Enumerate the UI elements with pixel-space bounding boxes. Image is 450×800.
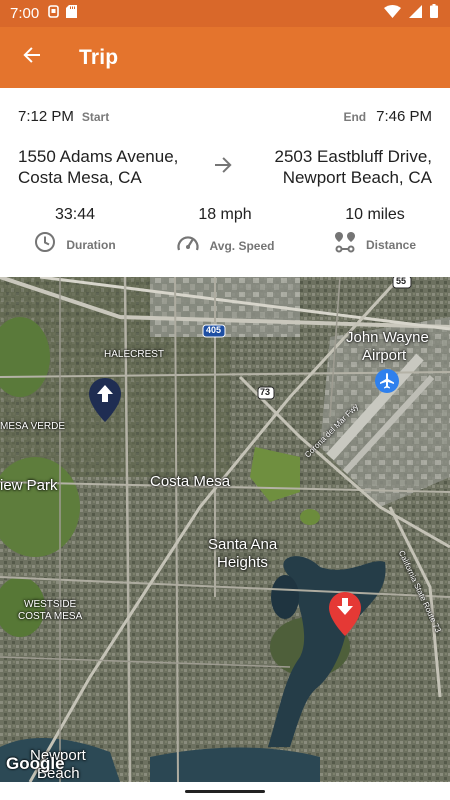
- satellite-map[interactable]: 405 73 55 HALECREST MESA VERDE iew Park …: [0, 277, 450, 782]
- santa-ana-label-2: Heights: [217, 554, 268, 571]
- john-wayne-label-2: Airport: [362, 347, 407, 364]
- start-address-line1: 1550 Adams Avenue,: [18, 147, 179, 166]
- trip-stats: 33:44 Duration 18 mph Avg. Speed 10 mile…: [0, 206, 450, 258]
- freeway-405-label: 405: [206, 325, 222, 335]
- route-icon: [334, 231, 356, 258]
- westside-label-2: COSTA MESA: [18, 611, 83, 622]
- mesa-verde-label: MESA VERDE: [0, 421, 66, 432]
- start-time: 7:12 PM: [18, 108, 74, 125]
- halecrest-label: HALECREST: [104, 349, 165, 360]
- home-handle[interactable]: [185, 790, 265, 793]
- end-pin-icon[interactable]: [329, 592, 361, 636]
- santa-ana-label-1: Santa Ana: [208, 536, 278, 553]
- start-address-line2: Costa Mesa, CA: [18, 168, 142, 187]
- start-pin-icon[interactable]: [89, 378, 121, 422]
- duration-value: 33:44: [54, 206, 96, 223]
- arrow-forward-icon: [213, 155, 233, 180]
- sd-card-icon: [66, 4, 78, 23]
- freeway-73-label: 73: [260, 387, 271, 397]
- end-address: 2503 Eastbluff Drive, Newport Beach, CA: [252, 146, 433, 188]
- wifi-icon: [384, 4, 401, 23]
- back-button[interactable]: [0, 27, 64, 88]
- battery-icon: [430, 4, 438, 23]
- trip-summary: 7:12 PM Start End 7:46 PM 1550 Adams Ave…: [0, 88, 450, 277]
- westside-label-1: WESTSIDE: [24, 599, 77, 610]
- system-nav-bar: [0, 782, 450, 800]
- google-attribution: Google: [6, 754, 65, 773]
- end-label: End: [343, 110, 367, 124]
- avg-speed-value: 18 mph: [198, 206, 252, 223]
- start-label: Start: [81, 110, 110, 124]
- stat-duration: 33:44 Duration: [0, 206, 150, 258]
- arrow-back-icon: [22, 45, 42, 70]
- address-row: 1550 Adams Avenue, Costa Mesa, CA 2503 E…: [18, 146, 432, 188]
- signal-icon: [409, 4, 422, 23]
- status-bar: 7:00: [0, 0, 450, 27]
- time-row: 7:12 PM Start End 7:46 PM: [18, 108, 432, 128]
- airplane-icon[interactable]: [375, 369, 399, 393]
- duration-label: Duration: [66, 237, 116, 252]
- clock-icon: [34, 231, 56, 258]
- view-park-label: iew Park: [0, 477, 58, 494]
- stat-avg-speed: 18 mph Avg. Speed: [150, 206, 300, 258]
- page-title: Trip: [79, 45, 119, 69]
- freeway-55-label: 55: [396, 277, 407, 286]
- status-time: 7:00: [10, 5, 40, 22]
- distance-value: 10 miles: [345, 206, 405, 223]
- distance-label: Distance: [365, 237, 417, 252]
- end-time: 7:46 PM: [376, 108, 432, 125]
- speedometer-icon: [176, 233, 200, 258]
- app-bar: Trip: [0, 27, 450, 88]
- start-address: 1550 Adams Avenue, Costa Mesa, CA: [18, 146, 198, 188]
- avg-speed-label: Avg. Speed: [209, 238, 275, 253]
- john-wayne-label-1: John Wayne: [346, 329, 429, 346]
- sync-icon: [47, 4, 60, 23]
- end-address-line2: Newport Beach, CA: [282, 168, 432, 187]
- costa-mesa-label: Costa Mesa: [150, 473, 231, 490]
- end-address-line1: 2503 Eastbluff Drive,: [274, 147, 433, 166]
- stat-distance: 10 miles Distance: [300, 206, 450, 258]
